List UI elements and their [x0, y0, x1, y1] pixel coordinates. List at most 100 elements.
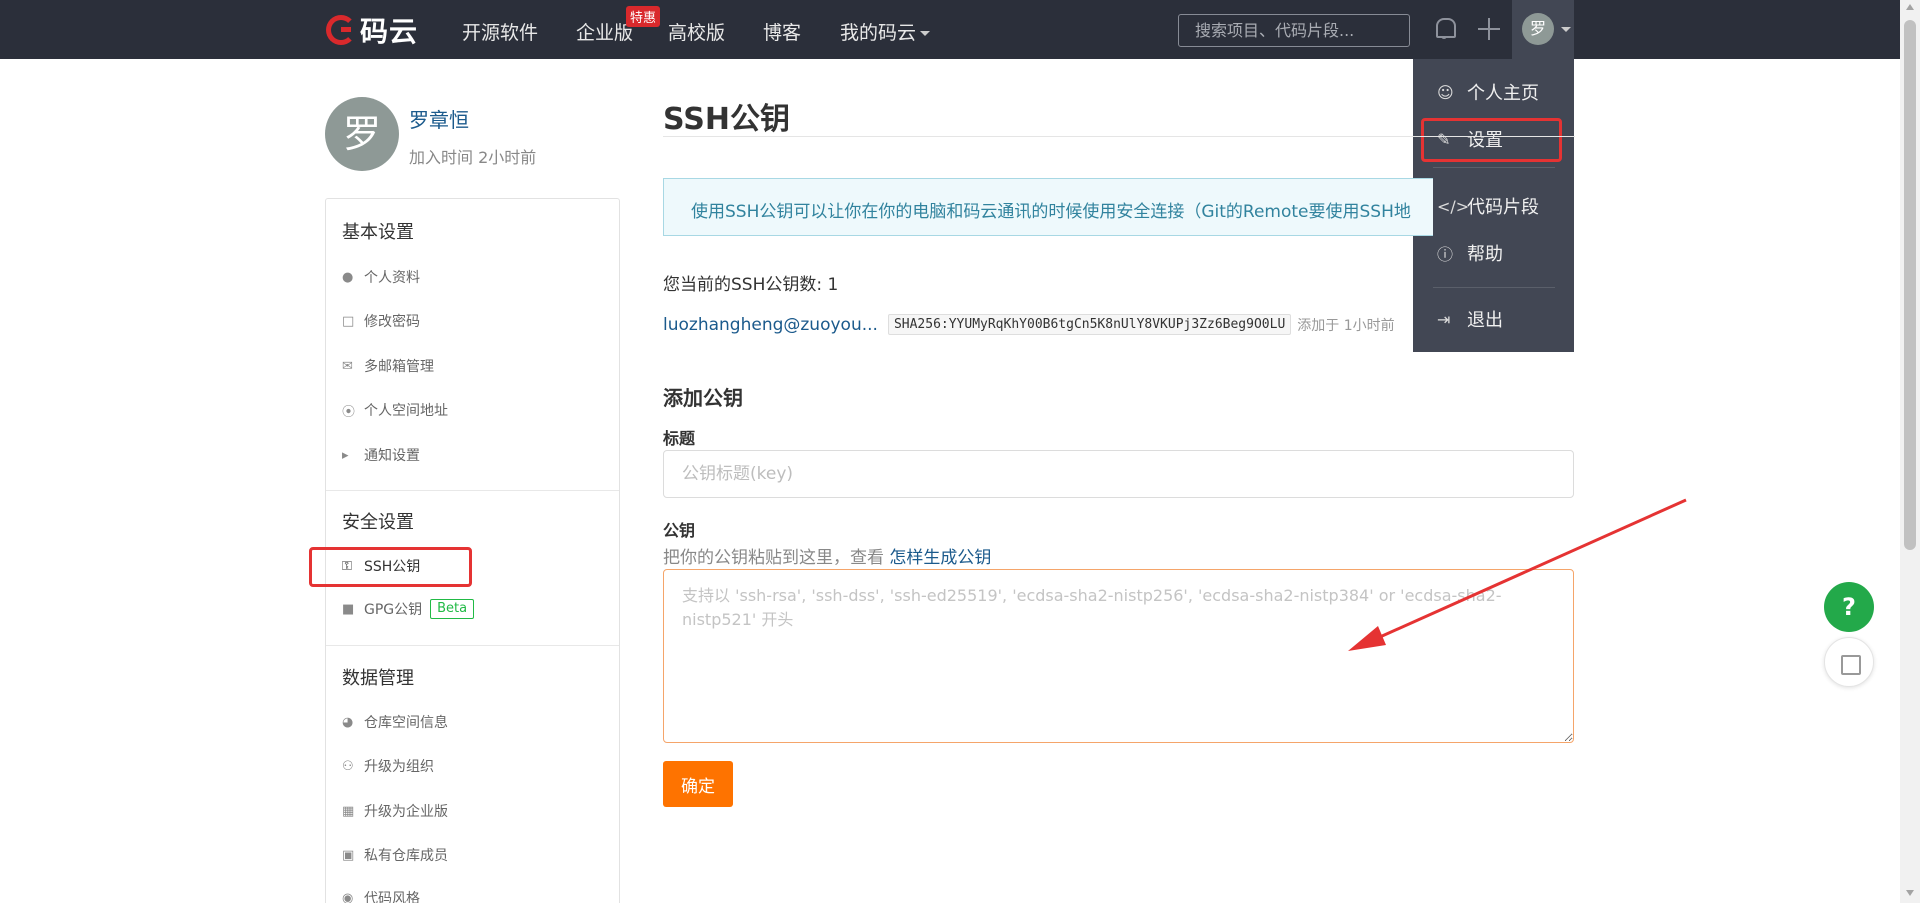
- nav-enterprise[interactable]: 企业版: [576, 18, 633, 45]
- annotation-box-ssh: [309, 547, 472, 587]
- page-title: SSH公钥: [663, 102, 790, 137]
- pie-chart-icon: ◕: [342, 714, 354, 730]
- sidebar-item-private-members[interactable]: ▣ 私有仓库成员: [342, 845, 448, 865]
- key-title-input[interactable]: [663, 450, 1574, 498]
- title-divider: [663, 136, 1575, 137]
- sidebar-item-label: 升级为企业版: [364, 804, 448, 820]
- share-icon[interactable]: [1824, 637, 1874, 687]
- help-float-button[interactable]: ?: [1824, 582, 1874, 632]
- profile-avatar[interactable]: 罗: [325, 97, 399, 171]
- sidebar-item-label: 私有仓库成员: [364, 848, 448, 864]
- annotation-box-settings: [1421, 118, 1562, 162]
- sidebar-section-security: 安全设置: [342, 512, 414, 533]
- sidebar-item-label: 代码风格: [364, 891, 420, 903]
- user-icon: ●: [342, 269, 354, 285]
- logout-icon: ⇥: [1437, 309, 1451, 329]
- menu-item-logout[interactable]: ⇥ 退出: [1413, 304, 1574, 334]
- code-icon: </>: [1437, 196, 1470, 216]
- sidebar-item-space-url[interactable]: ⦿ 个人空间地址: [342, 400, 448, 420]
- info-message: 使用SSH公钥可以让你在你的电脑和码云通讯的时候使用安全连接（Git的Remot…: [663, 178, 1433, 236]
- public-key-textarea[interactable]: [663, 569, 1574, 743]
- sidebar-item-emails[interactable]: ✉ 多邮箱管理: [342, 356, 434, 376]
- menu-item-profile[interactable]: ☺ 个人主页: [1413, 77, 1574, 107]
- key-help-prefix: 把你的公钥粘贴到这里，查看: [663, 548, 884, 568]
- compass-icon: ⦿: [342, 404, 356, 420]
- sidebar-divider: [326, 490, 619, 491]
- nav-education[interactable]: 高校版: [668, 18, 725, 45]
- menu-item-snippets[interactable]: </> 代码片段: [1413, 191, 1574, 221]
- sidebar-item-label: GPG公钥: [364, 602, 423, 618]
- sidebar-item-profile[interactable]: ● 个人资料: [342, 267, 420, 287]
- user-icon: ☺: [1437, 82, 1454, 102]
- beta-badge: Beta: [430, 599, 475, 619]
- scroll-thumb[interactable]: [1904, 20, 1916, 550]
- sidebar-item-upgrade-org[interactable]: ⚇ 升级为组织: [342, 756, 434, 776]
- contact-icon: ▣: [342, 847, 355, 863]
- ssh-key-count: 您当前的SSH公钥数: 1: [663, 275, 839, 295]
- sidebar-item-label: 修改密码: [364, 314, 420, 330]
- chevron-down-icon: [920, 31, 931, 36]
- users-icon: ⚇: [342, 758, 354, 774]
- sidebar-item-code-style[interactable]: ◉ 代码风格: [342, 888, 420, 903]
- ssh-key-row: luozhangheng@zuoyou... SHA256:YYUMyRqKhY…: [663, 314, 1395, 335]
- ssh-key-fingerprint: SHA256:YYUMyRqKhY00B6tgCn5K8nUlY8VKUPj3Z…: [887, 314, 1292, 335]
- profile-name[interactable]: 罗章恒: [409, 104, 469, 133]
- sidebar-item-repo-space[interactable]: ◕ 仓库空间信息: [342, 712, 448, 732]
- scroll-up-icon[interactable]: [1906, 4, 1914, 10]
- menu-item-label: 个人主页: [1467, 83, 1539, 104]
- search-input[interactable]: [1178, 14, 1410, 47]
- sidebar-item-label: 个人空间地址: [364, 403, 448, 419]
- key-field-label: 公钥: [663, 521, 696, 540]
- profile-joined: 加入时间 2小时前: [409, 148, 537, 167]
- avatar: 罗: [1522, 13, 1554, 45]
- bell-icon[interactable]: [1434, 16, 1456, 40]
- key-help-text: 把你的公钥粘贴到这里，查看 怎样生成公钥: [663, 543, 991, 568]
- title-field-label: 标题: [663, 429, 696, 448]
- ssh-key-name[interactable]: luozhangheng@zuoyou...: [663, 315, 878, 335]
- top-navbar: 码云 开源软件 企业版 特惠 高校版 博客 我的码云 罗: [0, 0, 1900, 59]
- building-icon: ▦: [342, 803, 355, 819]
- speaker-icon: ▸: [342, 447, 349, 463]
- sidebar-item-gpg-keys[interactable]: ■ GPG公钥 Beta: [342, 599, 475, 619]
- menu-item-label: 退出: [1467, 310, 1503, 331]
- chevron-down-icon: [1561, 27, 1571, 32]
- sidebar-item-label: 个人资料: [364, 270, 420, 286]
- sidebar-item-notifications[interactable]: ▸ 通知设置: [342, 445, 420, 465]
- sidebar-item-label: 仓库空间信息: [364, 715, 448, 731]
- scroll-down-icon[interactable]: [1906, 890, 1914, 896]
- user-dropdown-menu: ☺ 个人主页 ✎ 设置 </> 代码片段 ⓘ 帮助 ⇥ 退出: [1413, 59, 1574, 352]
- nav-blog[interactable]: 博客: [763, 18, 801, 45]
- help-icon: ⓘ: [1437, 245, 1454, 264]
- nav-open-source[interactable]: 开源软件: [462, 18, 538, 45]
- unlock-icon: □: [342, 313, 355, 329]
- menu-divider: [1433, 167, 1555, 168]
- menu-item-label: 帮助: [1467, 244, 1503, 265]
- gitee-logo-icon: [326, 15, 356, 45]
- sidebar-section-data: 数据管理: [342, 668, 414, 689]
- menu-item-label: 代码片段: [1467, 197, 1539, 218]
- page-scrollbar[interactable]: [1900, 0, 1920, 903]
- ssh-key-added-time: 添加于 1小时前: [1297, 317, 1395, 334]
- how-to-generate-link[interactable]: 怎样生成公钥: [889, 548, 991, 568]
- submit-button[interactable]: 确定: [663, 761, 733, 807]
- brand-name: 码云: [360, 15, 419, 48]
- lock-icon: ■: [342, 601, 355, 617]
- brand-logo[interactable]: 码云: [326, 12, 418, 48]
- plus-icon[interactable]: [1478, 18, 1500, 40]
- nav-my-gitee-label: 我的码云: [840, 22, 917, 44]
- palette-icon: ◉: [342, 890, 354, 903]
- add-key-heading: 添加公钥: [663, 386, 743, 410]
- sidebar-divider: [326, 645, 619, 646]
- menu-item-help[interactable]: ⓘ 帮助: [1413, 238, 1574, 268]
- sidebar-item-label: 通知设置: [364, 448, 420, 464]
- sidebar-section-basic: 基本设置: [342, 222, 414, 243]
- promo-badge: 特惠: [626, 6, 661, 27]
- sidebar-item-label: 多邮箱管理: [364, 359, 434, 375]
- sidebar-item-upgrade-enterprise[interactable]: ▦ 升级为企业版: [342, 801, 448, 821]
- user-menu-toggle[interactable]: 罗: [1512, 0, 1574, 59]
- mail-icon: ✉: [342, 358, 353, 374]
- sidebar-item-label: 升级为组织: [364, 759, 434, 775]
- nav-my-gitee[interactable]: 我的码云: [840, 18, 931, 45]
- sidebar-item-password[interactable]: □ 修改密码: [342, 311, 420, 331]
- menu-divider: [1433, 287, 1555, 288]
